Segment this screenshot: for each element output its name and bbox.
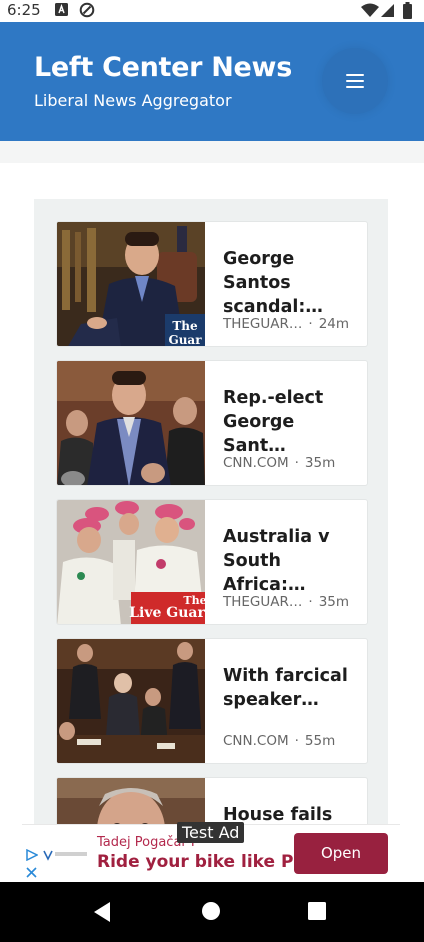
article-thumbnail: Live Guar The [57,500,205,624]
article-source: THEGUAR… [223,594,303,610]
app-title: Left Center News [34,52,292,83]
article-source: THEGUAR… [223,316,303,332]
system-nav-bar [0,882,424,942]
article-meta: CNN.COM · 35m [223,455,336,471]
article-thumbnail [57,361,205,485]
article-meta: THEGUAR… · 35m [223,594,350,610]
svg-text:The: The [172,319,198,333]
svg-text:The: The [183,594,205,607]
signal-icon [381,4,394,17]
advertiser-logo [43,850,87,861]
recents-icon[interactable] [307,901,327,921]
article-age: 55m [304,733,336,749]
article-meta: THEGUAR… · 24m [223,316,350,332]
article-age: 24m [318,316,350,332]
article-title: With farcical speaker… [223,666,348,710]
ad-headline[interactable]: Ride your bike like Pogi [97,852,323,872]
adchoices-icon[interactable] [26,849,38,861]
article-title: George Santos scandal:… [223,249,323,317]
article-title: Australia v South Africa:… [223,527,330,595]
app-notification-icon [55,3,68,16]
status-bar: 6:25 [0,0,424,22]
article-meta: CNN.COM · 55m [223,733,336,749]
battery-icon [403,2,412,19]
news-feed[interactable]: The Guar George Santos scandal:… THEGUAR… [34,199,388,839]
menu-button[interactable] [322,48,388,114]
article-age: 35m [304,455,336,471]
article-thumbnail: The Guar [57,222,205,347]
back-icon[interactable] [92,901,112,923]
article-age: 35m [318,594,350,610]
article-card[interactable]: With farcical speaker… CNN.COM · 55m [56,638,368,764]
article-title: Rep.-elect George Sant… [223,388,324,456]
article-source: CNN.COM [223,455,289,471]
article-card[interactable]: Live Guar The Australia v South Africa:…… [56,499,368,625]
wifi-icon [361,3,379,17]
app-header: Left Center News Liberal News Aggregator [0,22,424,141]
svg-text:Guar: Guar [168,333,202,347]
article-source: CNN.COM [223,733,289,749]
article-card[interactable]: Rep.-elect George Sant… CNN.COM · 35m [56,360,368,486]
status-time: 6:25 [7,1,41,19]
article-card[interactable]: The Guar George Santos scandal:… THEGUAR… [56,221,368,347]
svg-text:Live Guar: Live Guar [129,605,205,621]
test-ad-label: Test Ad [177,822,245,843]
header-divider [0,141,424,163]
sync-icon [79,2,95,18]
article-thumbnail [57,639,205,763]
ad-open-button[interactable]: Open [294,833,388,874]
close-ad-icon[interactable] [26,867,37,878]
home-icon[interactable] [201,901,221,921]
app-subtitle: Liberal News Aggregator [34,91,232,110]
